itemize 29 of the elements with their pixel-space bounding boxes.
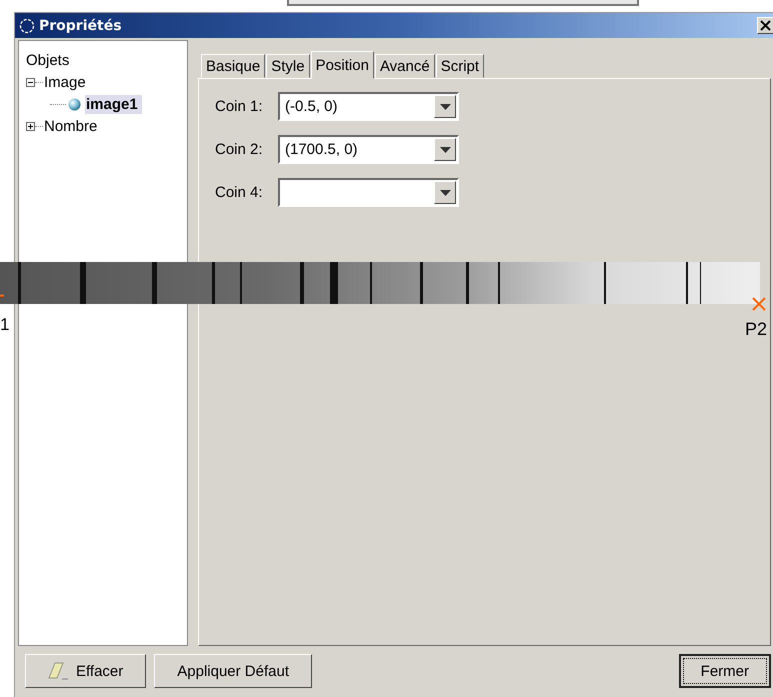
dropdown-field[interactable] [278,178,459,207]
tree-root-label: Objets [26,51,70,71]
tab[interactable]: Position [310,51,374,79]
circle-icon [19,18,35,34]
point-marker-icon [0,294,4,297]
expand-icon[interactable] [26,122,35,130]
tree-item[interactable]: image1 [85,94,142,114]
field-label: Coin 1: [215,98,264,115]
field-label: Coin 2: [215,141,264,158]
dropdown-field[interactable]: (1700.5, 0) [278,135,459,164]
collapse-icon[interactable] [26,78,35,86]
close-button[interactable] [757,17,773,34]
field-label: Coin 4: [215,184,264,201]
sphere-icon [68,98,81,110]
window-title: Propriétés [39,18,123,34]
tree-item[interactable]: Nombre [43,116,102,136]
action-button[interactable]: Effacer [25,654,146,688]
point-label: P2 [745,319,768,340]
point-label: 1 [0,315,10,335]
tab[interactable]: Style [266,54,310,78]
tab[interactable]: Avancé [374,54,435,78]
eraser-icon [48,661,70,681]
dropdown-field[interactable]: (-0.5, 0) [278,92,459,121]
tab[interactable]: Basique [201,54,266,78]
cross-icon [751,296,767,312]
close-dialog-button[interactable]: Fermer [678,654,771,688]
action-button[interactable]: Appliquer Défaut [154,654,312,688]
tree-item[interactable]: Image [43,72,90,92]
tab[interactable]: Script [436,54,484,78]
